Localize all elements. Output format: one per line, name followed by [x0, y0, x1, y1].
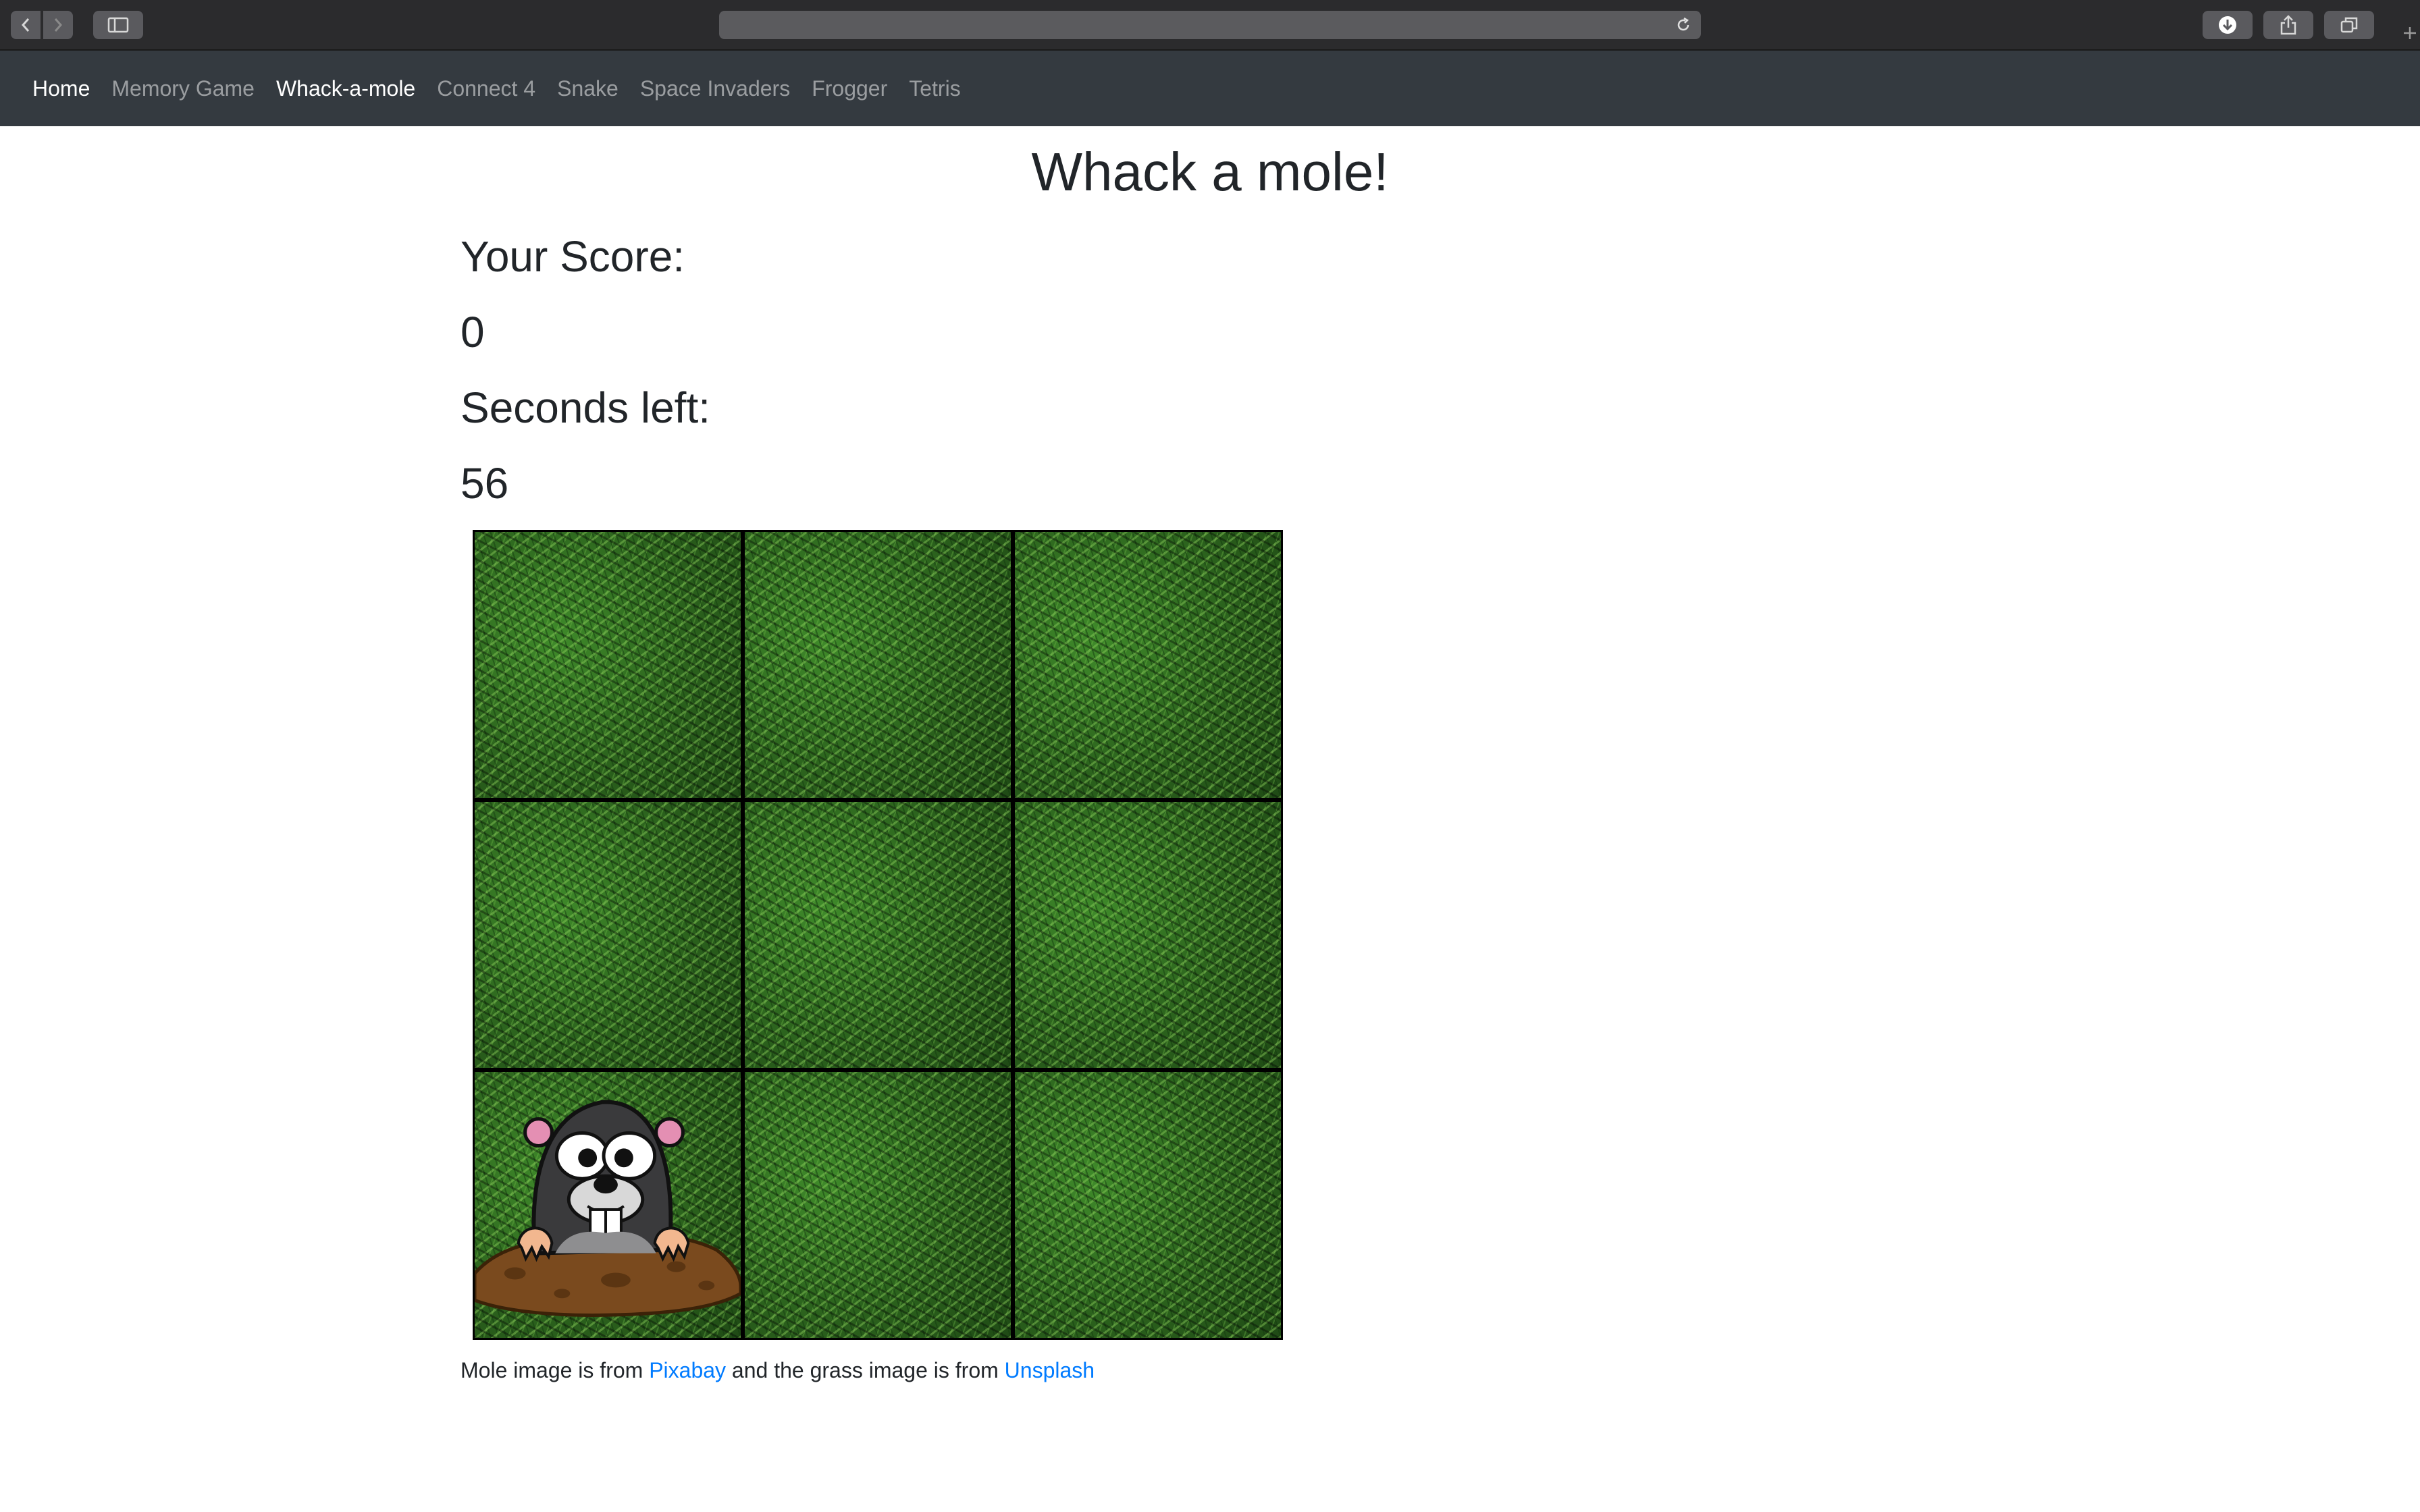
grid-square-6[interactable] [1015, 802, 1281, 1068]
share-button[interactable] [2263, 11, 2313, 39]
back-icon [21, 18, 30, 32]
credit-middle: and the grass image is from [726, 1358, 1005, 1382]
forward-icon [54, 18, 63, 32]
score-label: Your Score: [461, 232, 685, 281]
grid-square-5[interactable] [745, 802, 1011, 1068]
score-value: 0 [461, 308, 485, 356]
sidebar-button[interactable] [93, 11, 143, 39]
nav-link-tetris[interactable]: Tetris [909, 76, 960, 101]
nav-link-whack-a-mole[interactable]: Whack-a-mole [276, 76, 415, 101]
tabs-icon [2340, 17, 2358, 33]
navbar: Home Memory Game Whack-a-mole Connect 4 … [0, 51, 2420, 126]
unsplash-link[interactable]: Unsplash [1005, 1358, 1095, 1382]
mole-icon [475, 1100, 741, 1317]
grid-square-9[interactable] [1015, 1072, 1281, 1338]
nav-link-snake[interactable]: Snake [557, 76, 619, 101]
page-title: Whack a mole! [1031, 142, 1389, 202]
download-icon [2219, 16, 2236, 34]
nav-link-frogger[interactable]: Frogger [812, 76, 887, 101]
grid-square-2[interactable] [745, 532, 1011, 798]
downloads-button[interactable] [2203, 11, 2253, 39]
new-tab-icon [2404, 26, 2416, 39]
grid-square-3[interactable] [1015, 532, 1281, 798]
pixabay-link[interactable]: Pixabay [649, 1358, 726, 1382]
grid-square-7[interactable] [475, 1072, 741, 1338]
mole-grid [473, 530, 1283, 1340]
address-bar[interactable] [719, 11, 1701, 39]
reload-icon[interactable] [1675, 17, 1691, 33]
sidebar-icon [107, 17, 129, 33]
image-credit: Mole image is from Pixabay and the grass… [461, 1357, 1095, 1384]
forward-button[interactable] [43, 11, 73, 39]
grid-square-4[interactable] [475, 802, 741, 1068]
nav-link-space-invaders[interactable]: Space Invaders [640, 76, 790, 101]
tabs-button[interactable] [2324, 11, 2374, 39]
back-button[interactable] [11, 11, 41, 39]
nav-link-connect-4[interactable]: Connect 4 [437, 76, 535, 101]
browser-toolbar [0, 0, 2420, 51]
grid-square-8[interactable] [745, 1072, 1011, 1338]
nav-link-memory-game[interactable]: Memory Game [111, 76, 255, 101]
seconds-value: 56 [461, 459, 509, 508]
new-tab-button[interactable] [2400, 15, 2420, 51]
credit-prefix: Mole image is from [461, 1358, 650, 1382]
grid-square-1[interactable] [475, 532, 741, 798]
seconds-label: Seconds left: [461, 383, 710, 432]
share-icon [2280, 15, 2296, 35]
nav-brand-home[interactable]: Home [32, 76, 90, 101]
